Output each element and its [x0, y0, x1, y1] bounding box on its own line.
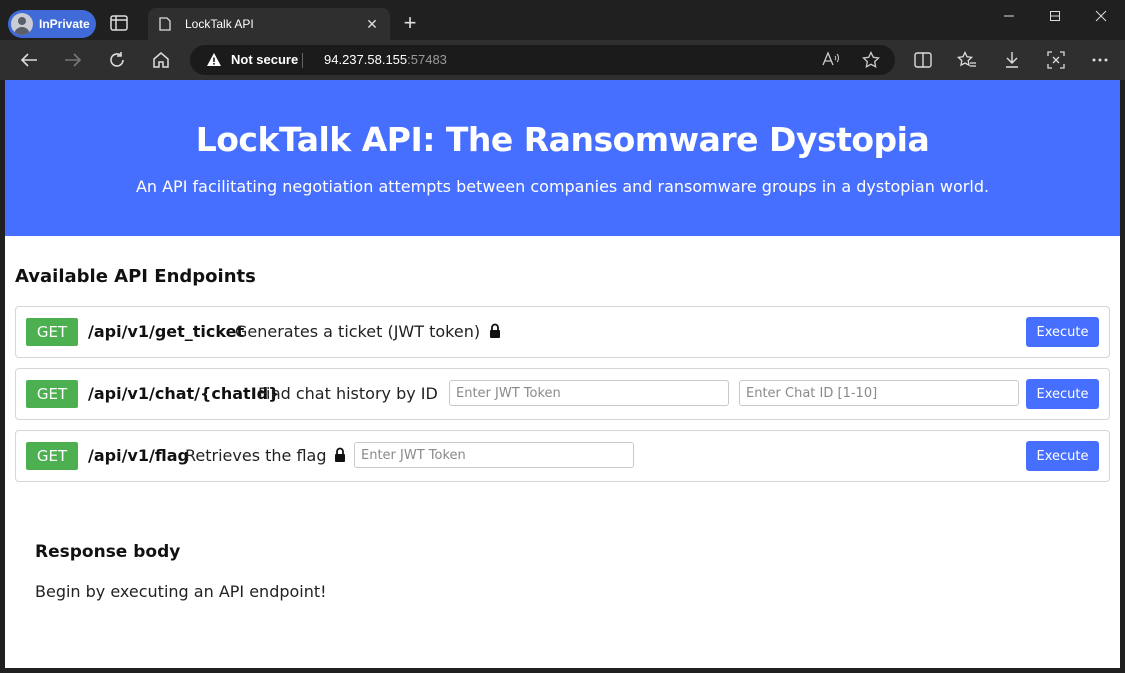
screenshot-icon[interactable] — [1046, 50, 1066, 70]
divider — [302, 53, 303, 68]
page-subtitle: An API facilitating negotiation attempts… — [135, 177, 990, 196]
lock-icon — [334, 447, 346, 463]
downloads-icon[interactable] — [1002, 50, 1022, 70]
section-title: Available API Endpoints — [15, 266, 256, 287]
more-options-icon[interactable] — [1090, 50, 1110, 70]
lock-icon — [489, 323, 501, 339]
tab-title: LockTalk API — [185, 17, 254, 31]
maximize-icon[interactable] — [1032, 0, 1078, 32]
url-port: :57483 — [407, 52, 447, 67]
page-viewport: LockTalk API: The Ransomware Dystopia An… — [5, 80, 1120, 668]
chat-id-input[interactable] — [739, 380, 1019, 406]
home-icon[interactable] — [149, 48, 173, 72]
close-window-icon[interactable] — [1078, 0, 1124, 32]
endpoint-path: /api/v1/chat/{chatId} — [88, 384, 280, 403]
endpoint-chat: GET /api/v1/chat/{chatId} Find chat hist… — [15, 368, 1110, 420]
execute-button[interactable]: Execute — [1026, 441, 1099, 471]
method-badge: GET — [26, 318, 78, 346]
inprivate-badge[interactable]: InPrivate — [8, 10, 96, 38]
browser-toolbar: Not secure 94.237.58.155:57483 — [0, 40, 1125, 80]
address-bar[interactable]: Not secure 94.237.58.155:57483 — [190, 45, 895, 75]
jwt-token-input[interactable] — [449, 380, 729, 406]
security-status[interactable]: Not secure — [231, 52, 298, 67]
favorite-star-icon[interactable] — [862, 50, 880, 69]
read-aloud-icon[interactable] — [822, 51, 840, 69]
page-favicon-icon — [158, 17, 172, 31]
hero-banner: LockTalk API: The Ransomware Dystopia An… — [5, 80, 1120, 236]
forward-arrow-icon[interactable] — [61, 48, 85, 72]
endpoint-description: Find chat history by ID — [258, 384, 438, 403]
new-tab-icon[interactable]: + — [400, 12, 420, 34]
execute-button[interactable]: Execute — [1026, 379, 1099, 409]
endpoint-description: Retrieves the flag — [185, 446, 327, 465]
method-badge: GET — [26, 380, 78, 408]
response-panel: Response body Begin by executing an API … — [35, 542, 327, 601]
back-arrow-icon[interactable] — [17, 48, 41, 72]
response-body: Begin by executing an API endpoint! — [35, 582, 327, 601]
favorites-icon[interactable] — [957, 50, 977, 70]
endpoint-path: /api/v1/get_ticket — [88, 322, 245, 341]
response-title: Response body — [35, 542, 181, 562]
endpoint-get-ticket: GET /api/v1/get_ticket Generates a ticke… — [15, 306, 1110, 358]
endpoint-path: /api/v1/flag — [88, 446, 189, 465]
close-tab-icon[interactable]: ✕ — [364, 16, 380, 32]
warning-icon[interactable] — [206, 52, 222, 68]
tab-actions-icon[interactable] — [110, 15, 128, 31]
jwt-token-input[interactable] — [354, 442, 634, 468]
refresh-icon[interactable] — [105, 48, 129, 72]
endpoint-description: Generates a ticket (JWT token) — [235, 322, 481, 341]
profile-avatar-icon — [11, 13, 33, 35]
split-screen-icon[interactable] — [913, 50, 933, 70]
method-badge: GET — [26, 442, 78, 470]
inprivate-label: InPrivate — [39, 17, 90, 31]
active-tab[interactable]: LockTalk API ✕ — [148, 8, 390, 40]
page-title: LockTalk API: The Ransomware Dystopia — [195, 120, 930, 159]
url-host: 94.237.58.155 — [324, 52, 408, 67]
url-text[interactable]: 94.237.58.155:57483 — [324, 52, 447, 67]
minimize-window-icon[interactable] — [986, 0, 1032, 32]
execute-button[interactable]: Execute — [1026, 317, 1099, 347]
browser-title-bar: InPrivate LockTalk API ✕ + — [0, 0, 1125, 40]
endpoint-flag: GET /api/v1/flag Retrieves the flag Exec… — [15, 430, 1110, 482]
